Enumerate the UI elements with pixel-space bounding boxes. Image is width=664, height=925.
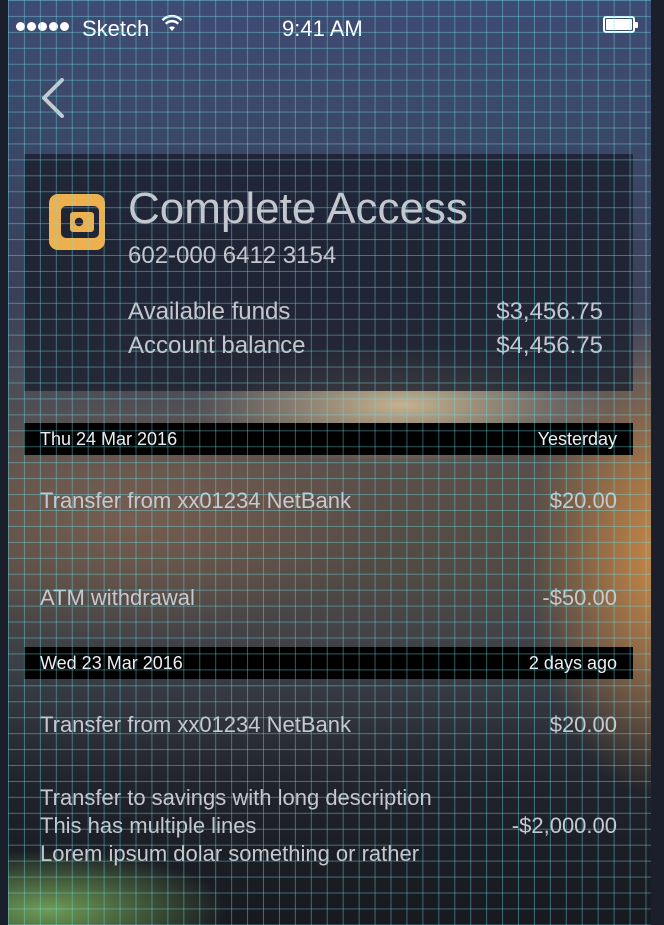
transaction-amount: -$2,000.00 [511,813,617,838]
transaction-row[interactable]: Transfer to savings with long descriptio… [40,784,617,868]
transaction-amount: -$50.00 [542,585,617,610]
account-balance-row: Account balance $4,456.75 [128,332,603,360]
available-funds-value: $3,456.75 [496,298,603,325]
transaction-description-line: This has multiple lines [40,813,257,838]
available-funds-row: Available funds $3,456.75 [128,298,603,326]
account-name: Complete Access [128,184,468,233]
account-balance-value: $4,456.75 [496,332,603,359]
transaction-row[interactable]: Transfer from xx01234 NetBank $20.00 [40,487,617,515]
account-balance-label: Account balance [128,332,306,359]
date-header-date: Wed 23 Mar 2016 [40,652,183,673]
wallet-icon [49,194,105,250]
account-number: 602-000 6412 3154 [128,242,337,269]
status-bar: Sketch 9:41 AM [8,0,651,56]
transaction-description: Transfer from xx01234 NetBank [40,712,351,737]
phone-screen: Sketch 9:41 AM Complete Access 602-000 6… [8,0,651,925]
date-header: Thu 24 Mar 2016 Yesterday [24,423,633,455]
transaction-row[interactable]: ATM withdrawal -$50.00 [40,584,617,612]
transaction-description-line: Lorem ipsum dolar something or rather [40,841,420,866]
transaction-description: Transfer from xx01234 NetBank [40,488,351,513]
transaction-description: Transfer to savings with long descriptio… [40,784,432,868]
chevron-left-icon[interactable] [38,76,68,120]
date-header-relative: 2 days ago [528,652,617,673]
date-header: Wed 23 Mar 2016 2 days ago [24,647,633,679]
carrier-name: Sketch [82,16,150,41]
date-header-date: Thu 24 Mar 2016 [40,428,178,449]
wifi-icon [161,14,183,31]
clock-time: 9:41 AM [282,16,363,41]
date-header-relative: Yesterday [537,428,617,449]
transaction-description: ATM withdrawal [40,585,195,610]
transaction-amount: $20.00 [549,712,617,737]
transaction-amount: $20.00 [549,488,617,513]
available-funds-label: Available funds [128,298,291,325]
battery-icon [603,16,638,33]
transaction-description-line: Transfer to savings with long descriptio… [40,785,432,810]
signal-strength-icon [16,22,69,31]
account-summary-card: Complete Access 602-000 6412 3154 Availa… [24,154,633,391]
transaction-row[interactable]: Transfer from xx01234 NetBank $20.00 [40,711,617,739]
